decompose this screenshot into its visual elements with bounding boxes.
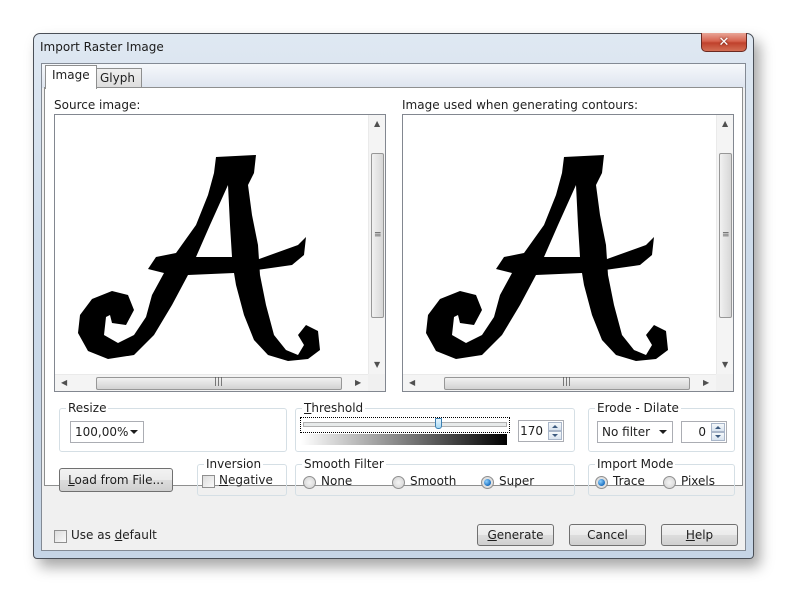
spin-up-button[interactable]: [548, 422, 562, 431]
tab-image[interactable]: Image: [45, 65, 97, 89]
vertical-scroll-thumb[interactable]: ≡: [719, 153, 732, 318]
use-as-default-checkbox[interactable]: [54, 530, 67, 543]
filter-value: No filter: [602, 425, 651, 439]
contour-horizontal-scrollbar[interactable]: ◀ ||| ▶: [403, 374, 717, 391]
threshold-spinbox[interactable]: 170: [518, 420, 564, 442]
horizontal-scroll-thumb[interactable]: |||: [444, 377, 690, 390]
radio-smooth-super[interactable]: [481, 476, 494, 489]
erode-dilate-amount-spinbox[interactable]: 0: [681, 421, 727, 443]
threshold-group-title: Threshold: [302, 401, 366, 415]
scroll-up-arrow-icon[interactable]: ▲: [374, 120, 380, 128]
erode-dilate-amount: 0: [698, 425, 706, 439]
grip-icon: |||: [562, 377, 572, 387]
resize-combobox[interactable]: 100,00%: [70, 421, 144, 443]
contour-image-view: ▲ ≡ ▼ ◀ ||| ▶: [402, 114, 734, 392]
scroll-left-arrow-icon[interactable]: ◀: [61, 379, 67, 387]
radio-label-pixels[interactable]: Pixels: [681, 474, 715, 488]
threshold-slider[interactable]: [300, 417, 510, 433]
smooth-filter-group: Smooth Filter None Smooth Super: [295, 457, 575, 496]
scroll-down-arrow-icon[interactable]: ▼: [722, 361, 728, 369]
threshold-value: 170: [520, 424, 543, 438]
resize-value: 100,00%: [75, 425, 129, 439]
dialog-client: Image Glyph Source image: ▲ ≡ ▼ ◀ ||| ▶ …: [41, 63, 746, 551]
spin-down-button[interactable]: [711, 432, 725, 441]
source-image-view: ▲ ≡ ▼ ◀ ||| ▶: [54, 114, 386, 392]
close-button[interactable]: ✕: [701, 33, 747, 52]
negative-checkbox[interactable]: [202, 475, 215, 488]
contour-vertical-scrollbar[interactable]: ▲ ≡ ▼: [716, 115, 733, 375]
window-title: Import Raster Image: [40, 40, 164, 54]
threshold-group: Threshold 170: [295, 401, 575, 452]
inversion-group: Inversion Negative: [197, 457, 287, 496]
grip-icon: ≡: [722, 230, 730, 240]
chevron-down-icon: [130, 430, 138, 434]
title-bar[interactable]: Import Raster Image ✕: [34, 33, 753, 62]
smooth-filter-group-title: Smooth Filter: [302, 457, 386, 471]
scroll-right-arrow-icon[interactable]: ▶: [703, 379, 709, 387]
inversion-group-title: Inversion: [204, 457, 264, 471]
negative-label[interactable]: Negative: [219, 473, 273, 487]
radio-smooth-none[interactable]: [303, 476, 316, 489]
erode-dilate-filter-combobox[interactable]: No filter: [597, 421, 673, 443]
source-glyph-image: [78, 155, 320, 361]
radio-label-smooth[interactable]: Smooth: [410, 474, 456, 488]
radio-label-trace[interactable]: Trace: [613, 474, 645, 488]
tab-strip: Image Glyph: [42, 64, 745, 89]
scroll-corner: [368, 374, 385, 391]
vertical-scroll-thumb[interactable]: ≡: [371, 153, 384, 318]
horizontal-scroll-thumb[interactable]: |||: [96, 377, 342, 390]
import-mode-group-title: Import Mode: [595, 457, 676, 471]
load-from-file-button[interactable]: Load from File...: [59, 468, 173, 492]
scroll-corner: [716, 374, 733, 391]
help-button[interactable]: Help: [661, 524, 738, 546]
scroll-down-arrow-icon[interactable]: ▼: [374, 361, 380, 369]
close-icon: ✕: [718, 34, 730, 50]
source-vertical-scrollbar[interactable]: ▲ ≡ ▼: [368, 115, 385, 375]
radio-label-none[interactable]: None: [321, 474, 352, 488]
cancel-button[interactable]: Cancel: [569, 524, 646, 546]
import-mode-group: Import Mode Trace Pixels: [588, 457, 735, 496]
contour-image-label: Image used when generating contours:: [402, 98, 639, 112]
slider-track: [303, 422, 507, 427]
radio-label-super[interactable]: Super: [499, 474, 534, 488]
generate-button[interactable]: Generate: [477, 524, 554, 546]
use-as-default-label[interactable]: Use as default: [71, 528, 157, 542]
radio-mode-trace[interactable]: [595, 476, 608, 489]
radio-smooth-smooth[interactable]: [392, 476, 405, 489]
import-raster-dialog: Import Raster Image ✕ Image Glyph Source…: [33, 33, 754, 559]
erode-dilate-group: Erode - Dilate No filter 0: [588, 401, 735, 452]
slider-thumb[interactable]: [435, 418, 442, 429]
grayscale-gradient-bar: [301, 434, 507, 445]
image-tab-panel: Source image: ▲ ≡ ▼ ◀ ||| ▶ Image used w…: [44, 87, 743, 496]
spin-up-button[interactable]: [711, 423, 725, 432]
erode-dilate-group-title: Erode - Dilate: [595, 401, 681, 415]
contour-glyph-image: [426, 155, 668, 361]
spin-down-button[interactable]: [548, 431, 562, 440]
grip-icon: ≡: [374, 230, 382, 240]
source-horizontal-scrollbar[interactable]: ◀ ||| ▶: [55, 374, 369, 391]
tab-glyph[interactable]: Glyph: [93, 68, 142, 88]
grip-icon: |||: [214, 377, 224, 387]
source-image-label: Source image:: [54, 98, 141, 112]
resize-group-title: Resize: [66, 401, 109, 415]
chevron-down-icon: [659, 430, 667, 434]
scroll-right-arrow-icon[interactable]: ▶: [355, 379, 361, 387]
scroll-up-arrow-icon[interactable]: ▲: [722, 120, 728, 128]
radio-mode-pixels[interactable]: [663, 476, 676, 489]
scroll-left-arrow-icon[interactable]: ◀: [409, 379, 415, 387]
resize-group: Resize 100,00%: [59, 401, 287, 452]
